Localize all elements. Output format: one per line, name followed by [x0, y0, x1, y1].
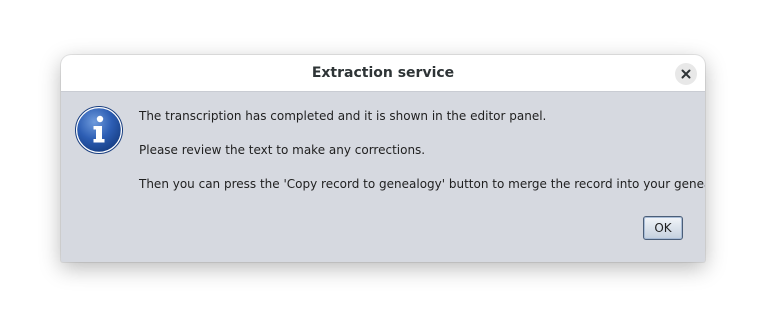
message-line-2: Please review the text to make any corre…: [139, 143, 426, 157]
message-area: The transcription has completed and it i…: [139, 108, 705, 210]
close-icon: [681, 69, 691, 79]
message-line-1: The transcription has completed and it i…: [139, 109, 547, 123]
extraction-service-dialog: Extraction service The transcription has…: [61, 55, 705, 262]
information-icon: [75, 106, 123, 154]
close-button[interactable]: [675, 63, 697, 85]
ok-button[interactable]: OK: [643, 216, 683, 240]
message-line-3: Then you can press the 'Copy record to g…: [139, 177, 705, 191]
dialog-title: Extraction service: [311, 65, 455, 81]
dialog-titlebar: Extraction service: [61, 55, 705, 92]
